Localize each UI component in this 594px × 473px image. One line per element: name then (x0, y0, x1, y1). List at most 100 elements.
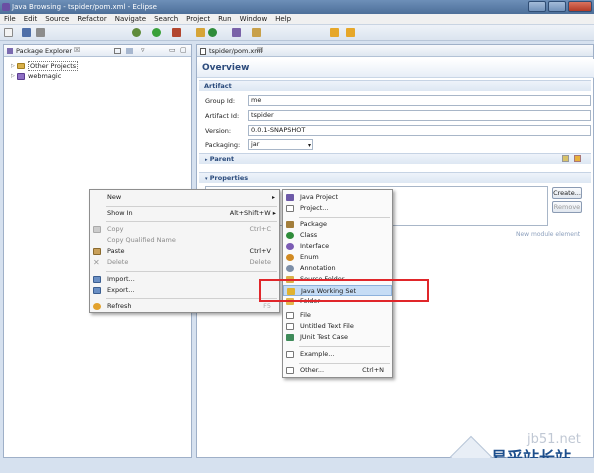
version-input[interactable]: 0.0.1-SNAPSHOT (248, 125, 591, 136)
menu-item-paste[interactable]: Paste Ctrl+V (90, 246, 279, 257)
close-button[interactable] (568, 1, 592, 12)
version-label: Version: (205, 127, 232, 135)
parent-add-icon[interactable] (562, 155, 569, 162)
window-title-bar: Java Browsing - tspider/pom.xml - Eclips… (0, 0, 594, 14)
submenu-item-other[interactable]: Other... Ctrl+N (283, 365, 392, 376)
parent-section-title[interactable]: ▸ Parent (205, 155, 234, 163)
tree-item-other-projects[interactable]: ▷ Other Projects (11, 61, 79, 71)
menu-item-delete[interactable]: ✕ Delete Delete (90, 257, 279, 268)
submenu-item-interface[interactable]: Interface (283, 241, 392, 252)
parent-open-icon[interactable] (574, 155, 581, 162)
new-java-project-icon[interactable] (196, 28, 205, 37)
submenu-item-junit-test-case[interactable]: JUnit Test Case (283, 332, 392, 343)
save-icon[interactable] (22, 28, 31, 37)
view-menu-icon[interactable]: ▿ (141, 46, 145, 54)
folder-icon (17, 63, 25, 69)
submenu-item-project[interactable]: Project... (283, 203, 392, 214)
copy-icon (93, 226, 101, 233)
search-icon[interactable] (252, 28, 261, 37)
menu-search[interactable]: Search (154, 15, 178, 23)
new-module-element-link[interactable]: New module element (516, 231, 580, 238)
submenu-arrow-icon: ▸ (271, 194, 275, 201)
paste-icon (93, 248, 101, 255)
packaging-value: jar (251, 140, 260, 148)
editor-tab-bar: tspider/pom.xml ☒ (197, 45, 593, 57)
delete-icon: ✕ (93, 258, 100, 267)
menu-edit[interactable]: Edit (24, 15, 38, 23)
submenu-item-package[interactable]: Package (283, 219, 392, 230)
tree-item-label: Other Projects (28, 61, 79, 71)
menu-refactor[interactable]: Refactor (77, 15, 106, 23)
artifact-id-input[interactable]: tspider (248, 110, 591, 121)
menu-help[interactable]: Help (275, 15, 291, 23)
open-type-icon[interactable] (232, 28, 241, 37)
debug-icon[interactable] (132, 28, 141, 37)
close-tab-icon[interactable]: ☒ (74, 46, 80, 54)
menu-item-new[interactable]: New ▸ (90, 192, 279, 203)
eclipse-icon (2, 3, 10, 11)
properties-section-bar (199, 172, 591, 183)
menu-item-show-in[interactable]: Show In Alt+Shift+W ▸ (90, 208, 279, 219)
menu-separator (299, 346, 390, 347)
menu-file[interactable]: File (4, 15, 16, 23)
submenu-item-java-project[interactable]: Java Project (283, 192, 392, 203)
menu-project[interactable]: Project (186, 15, 210, 23)
pom-file-icon (200, 48, 206, 55)
properties-section-title[interactable]: ▾ Properties (205, 174, 248, 182)
run-icon[interactable] (152, 28, 161, 37)
menu-item-refresh[interactable]: Refresh F5 (90, 301, 279, 312)
menu-source[interactable]: Source (45, 15, 69, 23)
enum-icon (286, 254, 294, 261)
submenu-item-untitled-text-file[interactable]: Untitled Text File (283, 321, 392, 332)
file-icon (286, 312, 294, 319)
menu-run[interactable]: Run (218, 15, 231, 23)
menu-item-import[interactable]: Import... (90, 274, 279, 285)
close-tab-icon[interactable]: ☒ (257, 46, 263, 54)
menu-bar: File Edit Source Refactor Navigate Searc… (0, 14, 594, 25)
group-id-input[interactable]: me (248, 95, 591, 106)
submenu-item-class[interactable]: Class (283, 230, 392, 241)
interface-icon (286, 243, 294, 250)
maximize-view-icon[interactable]: ▢ (180, 46, 187, 54)
parent-section-bar[interactable] (199, 153, 591, 164)
parent-section-label: Parent (209, 155, 235, 163)
chevron-down-icon: ▾ (307, 142, 311, 149)
example-icon (286, 351, 294, 358)
menu-separator (299, 363, 390, 364)
package-explorer-tab[interactable]: Package Explorer ☒ ▿ ▭ ▢ (4, 45, 191, 57)
menu-item-copy[interactable]: Copy Ctrl+C (90, 224, 279, 235)
editor-header (197, 59, 594, 78)
export-icon (93, 287, 101, 294)
print-icon[interactable] (36, 28, 45, 37)
maximize-button[interactable] (548, 1, 566, 12)
minimize-button[interactable] (528, 1, 546, 12)
editor-tab-title[interactable]: tspider/pom.xml (209, 47, 262, 55)
menu-item-export[interactable]: Export... (90, 285, 279, 296)
new-icon[interactable] (4, 28, 13, 37)
collapse-icon: ▾ (205, 176, 208, 182)
class-icon (286, 232, 294, 239)
collapse-all-icon[interactable] (114, 48, 121, 54)
submenu-item-example[interactable]: Example... (283, 349, 392, 360)
tree-item-webmagic[interactable]: ▷ webmagic (11, 72, 61, 80)
minimize-view-icon[interactable]: ▭ (169, 46, 176, 54)
submenu-item-annotation[interactable]: Annotation (283, 263, 392, 274)
menu-navigate[interactable]: Navigate (115, 15, 146, 23)
back-icon[interactable] (330, 28, 339, 37)
submenu-item-file[interactable]: File (283, 310, 392, 321)
forward-icon[interactable] (346, 28, 355, 37)
group-id-label: Group Id: (205, 97, 236, 105)
submenu-item-enum[interactable]: Enum (283, 252, 392, 263)
create-button[interactable]: Create... (552, 187, 582, 199)
packaging-select[interactable]: jar ▾ (248, 139, 313, 150)
menu-window[interactable]: Window (240, 15, 268, 23)
menu-separator (106, 221, 277, 222)
new-class-icon[interactable] (208, 28, 217, 37)
package-icon (7, 48, 13, 54)
artifact-section-title: Artifact (204, 82, 232, 90)
external-tools-icon[interactable] (172, 28, 181, 37)
project-icon (286, 205, 294, 212)
menu-item-copy-qualified-name[interactable]: Copy Qualified Name (90, 235, 279, 246)
link-editor-icon[interactable] (126, 48, 133, 54)
remove-button[interactable]: Remove (552, 201, 582, 213)
